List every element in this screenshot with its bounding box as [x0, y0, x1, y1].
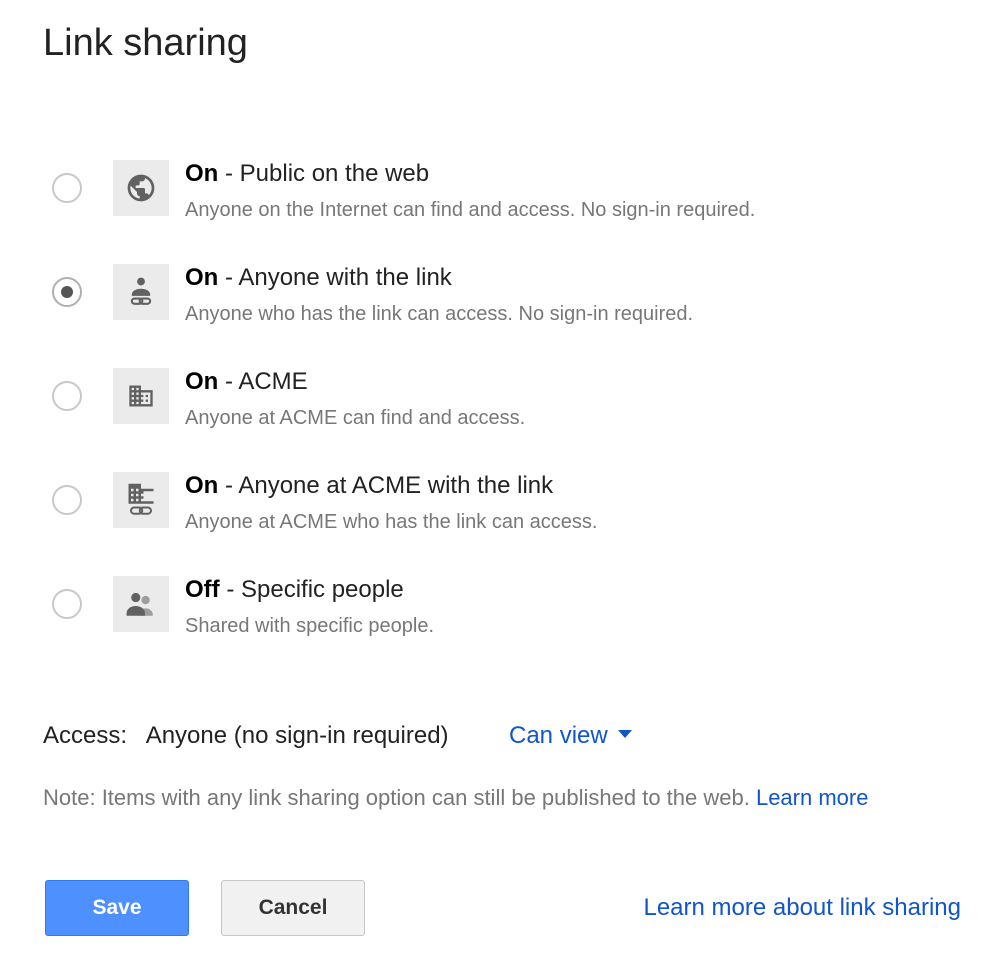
option-description: Anyone at ACME who has the link can acce… [185, 511, 598, 533]
option-title: - Anyone with the link [218, 264, 452, 291]
option-state: Off [185, 576, 220, 603]
radio-public-on-web[interactable] [52, 173, 82, 203]
permission-value: Can view [509, 722, 608, 749]
save-button[interactable]: Save [45, 880, 189, 936]
note-text: Note: Items with any link sharing option… [43, 785, 756, 810]
option-public-on-web[interactable]: On - Public on the web Anyone on the Int… [0, 155, 993, 239]
person-link-icon [113, 264, 169, 320]
option-description: Shared with specific people. [185, 615, 435, 637]
option-anyone-with-link[interactable]: On - Anyone with the link Anyone who has… [0, 259, 993, 343]
option-acme[interactable]: On - ACME Anyone at ACME can find and ac… [0, 363, 993, 447]
radio-specific-people[interactable] [52, 589, 82, 619]
cancel-button[interactable]: Cancel [221, 880, 365, 936]
option-state: On [185, 160, 219, 187]
note: Note: Items with any link sharing option… [43, 785, 868, 811]
option-state: On [185, 264, 219, 291]
option-description: Anyone who has the link can access. No s… [185, 303, 694, 325]
permission-dropdown[interactable]: Can view [509, 722, 632, 750]
option-description: Anyone at ACME can find and access. [185, 407, 526, 429]
radio-acme-with-link[interactable] [52, 485, 82, 515]
option-state: On [185, 472, 219, 499]
access-value: Anyone (no sign-in required) [145, 722, 449, 749]
option-specific-people[interactable]: Off - Specific people Shared with specif… [0, 571, 993, 655]
option-title: - ACME [218, 368, 308, 395]
dialog-title: Link sharing [43, 22, 248, 64]
building-link-icon [113, 472, 169, 528]
option-title: - Public on the web [218, 160, 430, 187]
caret-down-icon [617, 729, 632, 738]
learn-more-about-link-sharing-link[interactable]: Learn more about link sharing [643, 894, 961, 922]
option-description: Anyone on the Internet can find and acce… [185, 199, 756, 221]
learn-more-link[interactable]: Learn more [756, 785, 869, 810]
option-title: - Specific people [219, 576, 404, 603]
access-row: Access: Anyone (no sign-in required) [43, 722, 449, 750]
radio-acme[interactable] [52, 381, 82, 411]
access-label: Access: [43, 722, 128, 749]
option-state: On [185, 368, 219, 395]
globe-icon [113, 160, 169, 216]
radio-anyone-with-link[interactable] [52, 277, 82, 307]
people-icon [113, 576, 169, 632]
option-acme-with-link[interactable]: On - Anyone at ACME with the link Anyone… [0, 467, 993, 551]
option-title: - Anyone at ACME with the link [218, 472, 554, 499]
building-icon [113, 368, 169, 424]
